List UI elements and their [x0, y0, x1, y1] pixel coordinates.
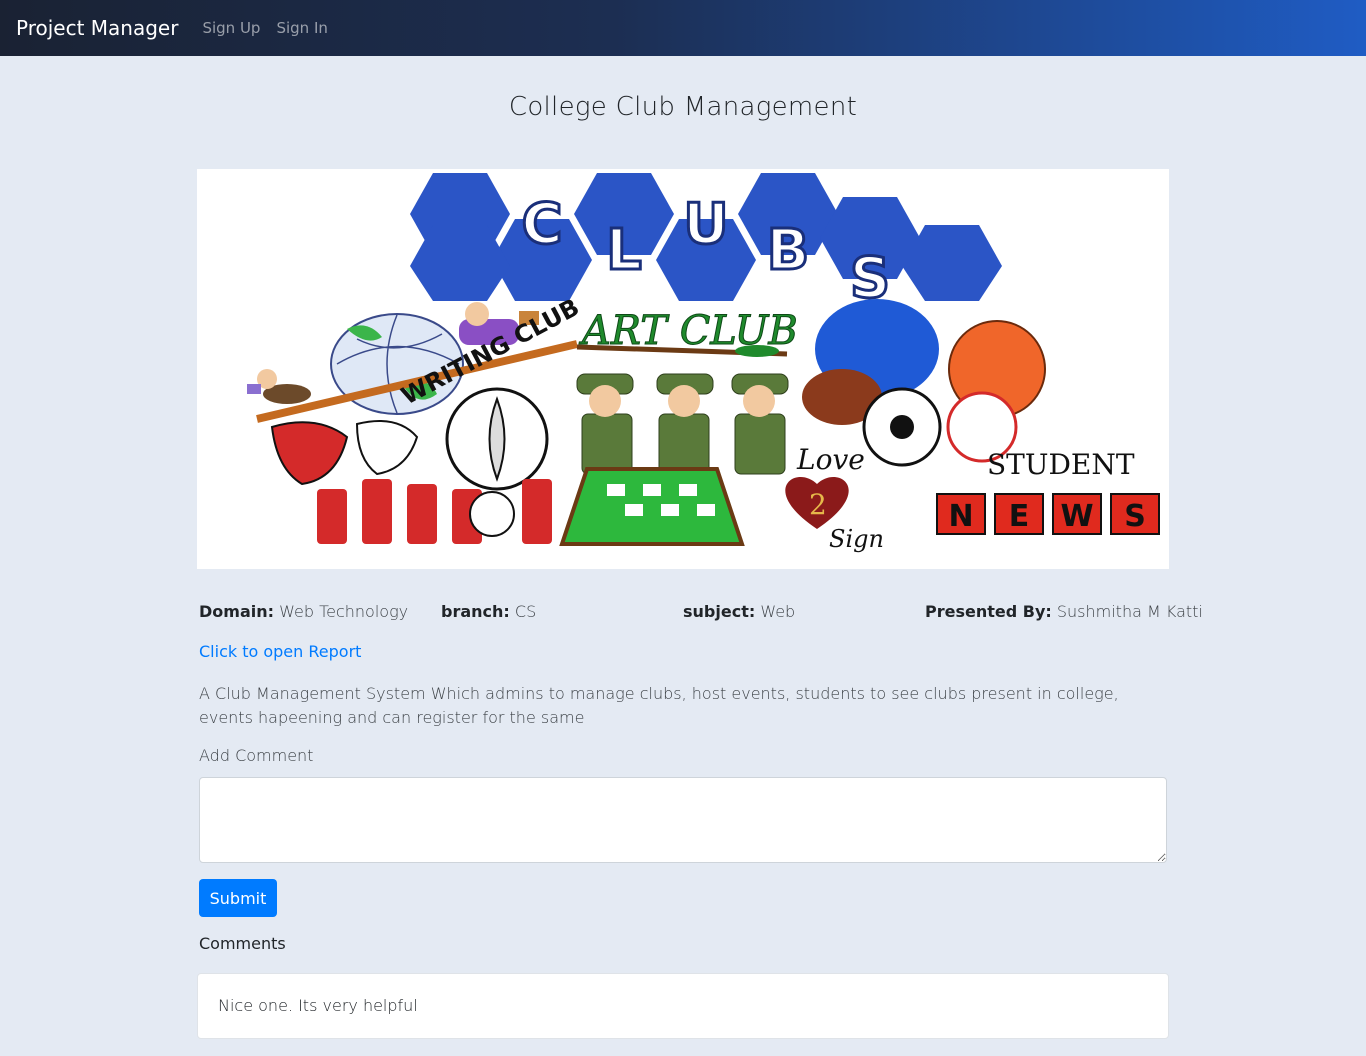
comment-text: Nice one. Its very helpful: [218, 996, 418, 1015]
meta-subject: subject: Web: [683, 602, 925, 621]
add-comment-label: Add Comment: [199, 746, 314, 765]
meta-domain: Domain: Web Technology: [199, 602, 441, 621]
project-meta: Domain: Web Technology branch: CS subjec…: [199, 602, 1203, 621]
student-news-heading: STUDENT: [987, 448, 1135, 481]
meta-branch: branch: CS: [441, 602, 683, 621]
meta-presenter: Presented By: Sushmitha M Katti: [925, 602, 1203, 621]
love-sign-word-love: Love: [796, 443, 865, 476]
love-sign-word-sign: Sign: [829, 525, 884, 553]
news-letter-s: S: [1124, 499, 1146, 534]
page-title: College Club Management: [508, 92, 858, 122]
comments-heading: Comments: [199, 934, 286, 953]
art-club-illustration: ART CLUB: [576, 308, 798, 357]
comment-card: Nice one. Its very helpful: [197, 973, 1169, 1039]
comment-textarea[interactable]: [199, 777, 1167, 863]
nav-link-sign-up[interactable]: Sign Up: [202, 19, 260, 37]
presenter-label: Presented By:: [925, 602, 1052, 621]
branch-label: branch:: [441, 602, 510, 621]
news-letter-e: E: [1009, 499, 1030, 534]
news-letter-n: N: [948, 499, 973, 534]
presenter-value: Sushmitha M Katti: [1056, 602, 1203, 621]
student-news-illustration: STUDENT N E W S: [936, 448, 1160, 535]
love-2-sign-illustration: Love 2 Sign: [785, 443, 884, 553]
chess-board-illustration: [559, 467, 745, 546]
submit-button[interactable]: Submit: [199, 879, 277, 917]
drama-masks-illustration: [270, 420, 419, 486]
clubs-letter-c: C: [521, 192, 562, 257]
subject-label: subject:: [683, 602, 756, 621]
sports-balls-illustration: [802, 299, 1046, 467]
news-letter-w: W: [1060, 499, 1093, 534]
marching-band-illustration: [317, 479, 552, 544]
clubs-letter-u: U: [683, 192, 728, 257]
project-description: A Club Management System Which admins to…: [199, 684, 1119, 727]
branch-value: CS: [514, 602, 537, 621]
subject-value: Web: [760, 602, 796, 621]
love-sign-number: 2: [809, 488, 827, 521]
navbar-brand[interactable]: Project Manager: [16, 16, 178, 40]
navbar: Project Manager Sign Up Sign In: [0, 0, 1366, 56]
domain-value: Web Technology: [279, 602, 409, 621]
clubs-banner-image: C L U B S ART CLUB WRITING CLUB Love 2 S…: [197, 169, 1169, 569]
clubs-letter-b: B: [767, 218, 810, 283]
nav-link-sign-in[interactable]: Sign In: [276, 19, 327, 37]
clubs-letter-l: L: [606, 218, 642, 283]
domain-label: Domain:: [199, 602, 275, 621]
open-report-link[interactable]: Click to open Report: [199, 642, 361, 661]
soldiers-illustration: [576, 373, 789, 475]
